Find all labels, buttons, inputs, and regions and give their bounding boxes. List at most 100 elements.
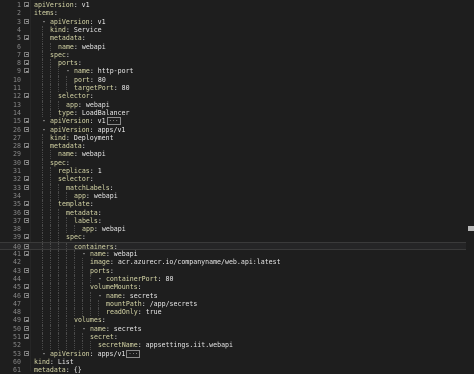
code-line[interactable]: 12 selector: xyxy=(0,92,474,101)
fold-toggle-icon[interactable] xyxy=(24,35,29,41)
fold-toggle-icon[interactable] xyxy=(24,93,29,99)
fold-toggle-icon[interactable] xyxy=(24,126,29,132)
code-line[interactable]: 1 apiVersion: v1 xyxy=(0,1,474,9)
code-line[interactable]: 3 - apiVersion: v1 xyxy=(0,18,474,26)
yaml-key: secretName xyxy=(98,341,138,350)
collapsed-region-indicator[interactable]: ... xyxy=(126,349,141,358)
code-line[interactable]: 45 volumeMounts: xyxy=(0,283,474,292)
code-line[interactable]: 28 metadata: xyxy=(0,142,474,151)
code-line[interactable]: 13 app: webapi xyxy=(0,100,474,109)
code-line[interactable]: 15 - apiVersion: v1... xyxy=(0,117,474,126)
indent-guide xyxy=(50,92,51,101)
line-number: 9 xyxy=(17,67,21,76)
fold-toggle-icon[interactable] xyxy=(24,18,29,24)
code-text: targetPort: 80 xyxy=(74,84,130,92)
fold-toggle-icon[interactable] xyxy=(24,51,29,57)
yaml-value: webapi xyxy=(85,100,110,109)
vertical-scrollbar[interactable] xyxy=(466,0,474,371)
code-line[interactable]: 35 template: xyxy=(0,200,474,209)
code-editor[interactable]: 1 apiVersion: v1 2 items: 3- apiVersion: v1 4… xyxy=(0,0,474,374)
code-line[interactable]: 26 - apiVersion: apps/v1 xyxy=(0,126,474,134)
fold-toggle-icon[interactable] xyxy=(24,243,29,249)
code-line[interactable]: 52 secretName: appsettings.iit.webapi xyxy=(0,341,474,350)
fold-toggle-icon[interactable] xyxy=(24,60,29,66)
code-line[interactable]: 42 image: acr.azurecr.io/companyname/web.… xyxy=(0,258,474,267)
code-line[interactable]: 31 replicas: 1 xyxy=(0,167,474,176)
code-line[interactable]: 53 - apiVersion: apps/v1... xyxy=(0,349,474,358)
collapsed-region-indicator[interactable]: ... xyxy=(106,117,121,126)
code-line[interactable]: 43 ports: xyxy=(0,266,474,275)
code-line[interactable]: 6 name: webapi xyxy=(0,42,474,51)
code-line[interactable]: 8 ports: xyxy=(0,59,474,68)
code-line[interactable]: 41 - name: webapi xyxy=(0,250,474,259)
indent-guide xyxy=(50,42,51,51)
code-line[interactable]: 29 name: webapi xyxy=(0,150,474,159)
code-line[interactable]: 60 kind: List xyxy=(0,358,474,366)
code-line[interactable]: 33 matchLabels: xyxy=(0,183,474,192)
yaml-key: name xyxy=(58,150,74,159)
fold-toggle-icon[interactable] xyxy=(24,176,29,182)
code-line[interactable]: 39 spec: xyxy=(0,233,474,242)
code-line[interactable]: 32 selector: xyxy=(0,175,474,184)
fold-toggle-icon[interactable] xyxy=(24,2,29,7)
code-text: template: xyxy=(58,200,94,209)
fold-toggle-icon[interactable] xyxy=(24,334,29,339)
code-text: - apiVersion: v1... xyxy=(42,117,121,126)
fold-toggle-icon[interactable] xyxy=(24,184,29,190)
code-line[interactable]: 2 items: xyxy=(0,9,474,17)
code-line[interactable]: 36 metadata: xyxy=(0,208,474,217)
fold-toggle-icon[interactable] xyxy=(24,350,29,356)
code-text: secret: xyxy=(90,333,118,341)
code-line[interactable]: 48 readOnly: true xyxy=(0,308,474,317)
fold-toggle-icon[interactable] xyxy=(24,325,29,331)
code-line[interactable]: 10 port: 80 xyxy=(0,75,474,84)
indent-guide xyxy=(42,67,43,76)
yaml-value: 80 xyxy=(121,84,130,92)
code-line[interactable]: 11 targetPort: 80 xyxy=(0,84,474,93)
code-line[interactable]: 27 kind: Deployment xyxy=(0,133,474,143)
fold-toggle-icon[interactable] xyxy=(24,143,29,149)
line-number: 29 xyxy=(13,150,21,159)
code-line[interactable]: 37 labels: xyxy=(0,216,474,226)
code-line[interactable]: 61 metadata: {} xyxy=(0,366,474,374)
code-line[interactable]: 9 - name: http-port xyxy=(0,67,474,76)
indent-guide xyxy=(42,191,43,201)
code-line[interactable]: 30 spec: xyxy=(0,158,474,167)
fold-toggle-icon[interactable] xyxy=(24,292,29,298)
code-line[interactable]: 49 volumes: xyxy=(0,316,474,325)
indent-guide xyxy=(42,216,43,226)
fold-toggle-icon[interactable] xyxy=(24,267,29,273)
code-line[interactable]: 47 mountPath: /app/secrets xyxy=(0,299,474,309)
line-number: 1 xyxy=(17,1,21,9)
fold-toggle-icon[interactable] xyxy=(24,317,29,323)
code-line[interactable]: 46 - name: secrets xyxy=(0,291,474,300)
yaml-key: app xyxy=(82,225,94,234)
fold-toggle-icon[interactable] xyxy=(24,201,29,207)
yaml-value: {} xyxy=(73,366,82,374)
indent-guide xyxy=(42,324,43,333)
code-line[interactable]: 14 type: LoadBalancer xyxy=(0,108,474,118)
code-line[interactable]: 44 - containerPort: 80 xyxy=(0,274,474,284)
fold-toggle-icon[interactable] xyxy=(24,209,29,215)
fold-toggle-icon[interactable] xyxy=(24,159,29,165)
fold-toggle-icon[interactable] xyxy=(24,284,29,290)
indent-guide xyxy=(50,191,51,201)
indent-guide xyxy=(50,200,51,209)
code-line[interactable]: 34 app: webapi xyxy=(0,191,474,201)
indent-guide xyxy=(50,175,51,184)
code-line[interactable]: 40 containers: xyxy=(0,241,474,251)
fold-toggle-icon[interactable] xyxy=(24,251,29,256)
fold-toggle-icon[interactable] xyxy=(24,118,29,124)
indent-guide xyxy=(42,250,43,259)
yaml-key: metadata xyxy=(50,142,82,151)
code-line[interactable]: 4 kind: Service xyxy=(0,25,474,35)
fold-toggle-icon[interactable] xyxy=(24,68,29,74)
code-line[interactable]: 51 secret: xyxy=(0,333,474,342)
code-line[interactable]: 7 spec: xyxy=(0,50,474,60)
fold-toggle-icon[interactable] xyxy=(24,234,29,240)
fold-toggle-icon[interactable] xyxy=(24,217,29,223)
indent-guide xyxy=(66,191,67,201)
code-line[interactable]: 5 metadata: xyxy=(0,34,474,43)
code-line[interactable]: 38 app: webapi xyxy=(0,225,474,234)
code-line[interactable]: 50 - name: secrets xyxy=(0,324,474,333)
